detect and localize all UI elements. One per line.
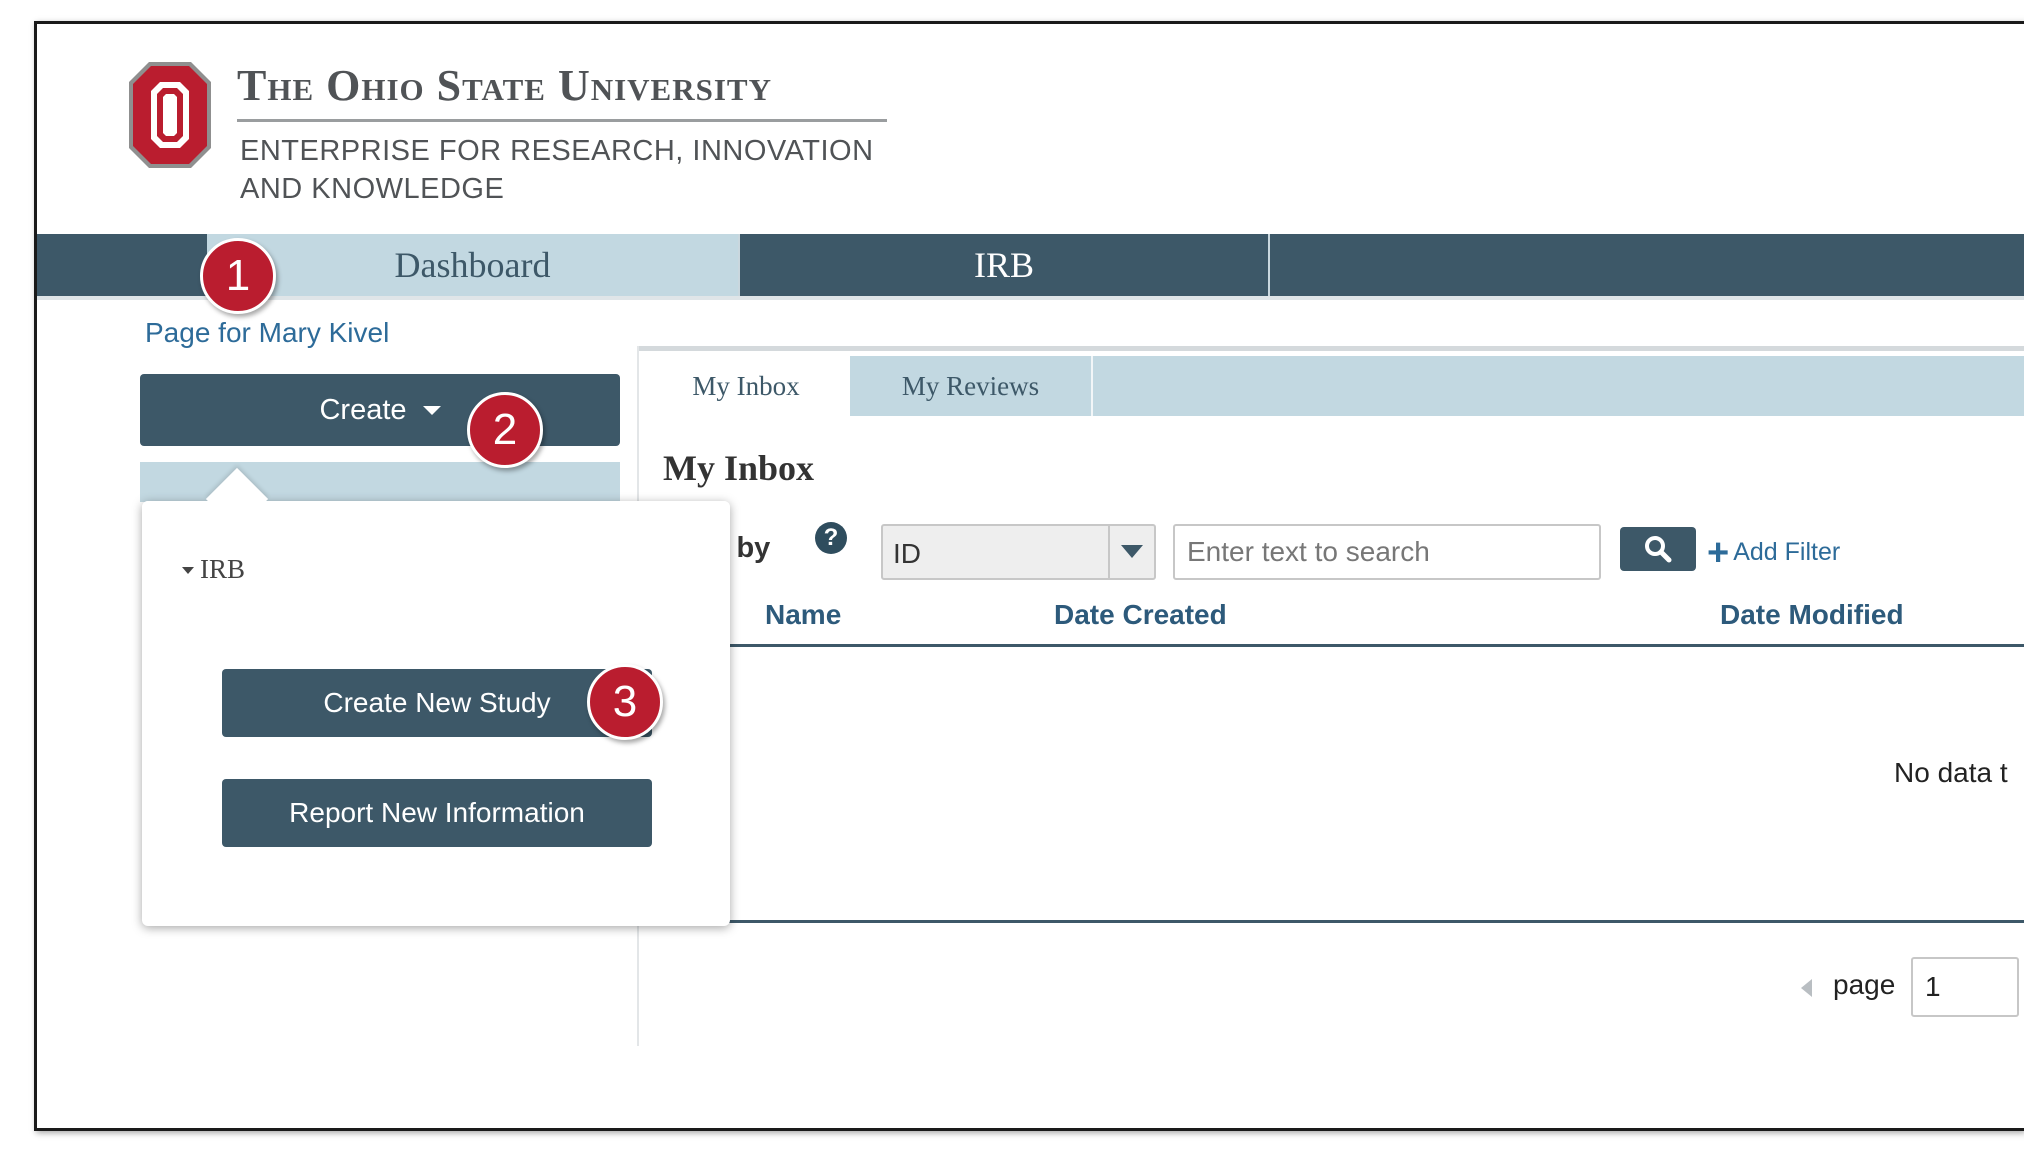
popover-notch-cover: [142, 501, 730, 531]
header-divider: [237, 119, 887, 122]
subtitle-line-2: AND KNOWLEDGE: [240, 173, 505, 205]
report-new-information-button[interactable]: Report New Information: [222, 779, 652, 847]
filter-field-select[interactable]: ID: [881, 524, 1156, 580]
column-header-date-modified[interactable]: Date Modified: [1720, 599, 1904, 631]
empty-table-message: No data t: [1894, 757, 2008, 788]
step-callout-1: 1: [200, 238, 276, 314]
previous-page-icon[interactable]: [1801, 979, 1812, 997]
menu-group-label: IRB: [200, 554, 246, 584]
filter-field-value: ID: [893, 538, 921, 569]
dropdown-arrow-icon: [1121, 545, 1143, 558]
page-number-input[interactable]: [1911, 957, 2019, 1017]
app-window: The Ohio State University ENTERPRISE FOR…: [34, 21, 2024, 1131]
inbox-tab-bar: My Inbox My Reviews: [642, 356, 2024, 416]
nav-tab-dashboard[interactable]: Dashboard: [207, 234, 738, 296]
pager-label: page: [1833, 969, 1896, 1000]
page-owner-label: Page for Mary Kivel: [145, 317, 390, 348]
search-button[interactable]: [1620, 527, 1696, 571]
nav-tab-irb[interactable]: IRB: [738, 234, 1270, 296]
step-callout-2: 2: [467, 392, 543, 468]
column-header-name[interactable]: Name: [765, 599, 841, 631]
panel-top-border: [637, 346, 2024, 351]
main-nav-bar: Dashboard IRB: [37, 234, 2024, 296]
column-header-date-created[interactable]: Date Created: [1054, 599, 1227, 631]
subtitle-line-1: ENTERPRISE FOR RESEARCH, INNOVATION: [240, 135, 874, 167]
create-button-label: Create: [319, 393, 407, 426]
select-divider: [1108, 526, 1110, 578]
caret-down-icon: [182, 567, 194, 574]
add-filter-label: Add Filter: [1733, 538, 1841, 566]
magnifier-icon: [1645, 536, 1672, 563]
add-filter-link[interactable]: + Add Filter: [1707, 532, 1840, 575]
plus-icon: +: [1707, 532, 1730, 574]
page-title: My Inbox: [663, 448, 815, 488]
table-header-border: [663, 644, 2024, 647]
tab-my-inbox[interactable]: My Inbox: [642, 356, 850, 416]
header-subtitle: ENTERPRISE FOR RESEARCH, INNOVATION AND …: [240, 132, 960, 208]
tab-my-reviews[interactable]: My Reviews: [850, 356, 1093, 416]
table-footer-border: [663, 920, 2024, 923]
step-callout-3: 3: [587, 664, 663, 740]
create-button[interactable]: Create: [140, 374, 620, 446]
menu-group-irb[interactable]: IRB: [182, 554, 245, 585]
osu-block-o-logo: [127, 60, 213, 170]
caret-down-icon: [422, 405, 441, 415]
search-input[interactable]: [1173, 524, 1601, 580]
nav-underline: [37, 296, 2024, 300]
university-name: The Ohio State University: [237, 61, 772, 110]
question-circle-icon[interactable]: ?: [815, 522, 847, 554]
